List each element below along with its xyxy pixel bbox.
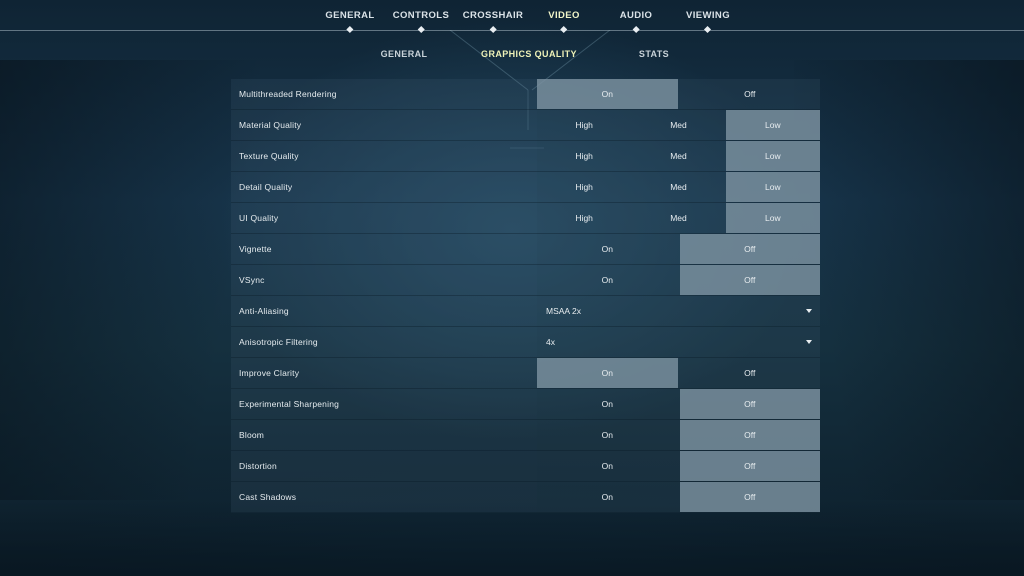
setting-row-multithreaded-rendering: Multithreaded Rendering On Off — [231, 79, 820, 110]
bloom-options: On Off — [537, 420, 820, 451]
tab-label: GENERAL — [325, 10, 375, 21]
tab-controls[interactable]: CONTROLS — [393, 10, 450, 34]
option-on-button[interactable]: On — [537, 265, 678, 295]
option-low-button[interactable]: Low — [725, 141, 820, 171]
setting-row-anisotropic-filtering: Anisotropic Filtering 4x — [231, 327, 820, 358]
option-med-button[interactable]: Med — [631, 172, 725, 202]
subtab-general[interactable]: GENERAL — [381, 49, 428, 59]
option-high-button[interactable]: High — [537, 141, 631, 171]
option-low-button[interactable]: Low — [725, 172, 820, 202]
subtab-stats[interactable]: STATS — [639, 49, 669, 59]
setting-row-vignette: Vignette On Off — [231, 234, 820, 265]
option-med-button[interactable]: Med — [631, 203, 725, 233]
option-on-button[interactable]: On — [537, 451, 678, 481]
setting-row-improve-clarity: Improve Clarity On Off — [231, 358, 820, 389]
setting-label: Texture Quality — [231, 141, 537, 172]
setting-row-texture-quality: Texture Quality High Med Low — [231, 141, 820, 172]
detail-quality-options: High Med Low — [537, 172, 820, 203]
tab-viewing[interactable]: VIEWING — [686, 10, 730, 34]
dropdown-value: MSAA 2x — [546, 306, 581, 316]
setting-row-vsync: VSync On Off — [231, 265, 820, 296]
setting-label: Experimental Sharpening — [231, 389, 537, 420]
option-off-button[interactable]: Off — [680, 79, 821, 109]
diamond-icon — [489, 25, 497, 34]
diamond-icon — [560, 25, 568, 34]
setting-label: Improve Clarity — [231, 358, 537, 389]
background-left-shadow — [0, 60, 260, 500]
setting-label: Vignette — [231, 234, 537, 265]
option-med-button[interactable]: Med — [631, 110, 725, 140]
vsync-options: On Off — [537, 265, 820, 296]
anti-aliasing-dropdown[interactable]: MSAA 2x — [537, 296, 820, 327]
setting-label: VSync — [231, 265, 537, 296]
material-quality-options: High Med Low — [537, 110, 820, 141]
setting-row-cast-shadows: Cast Shadows On Off — [231, 482, 820, 513]
vignette-options: On Off — [537, 234, 820, 265]
setting-label: Material Quality — [231, 110, 537, 141]
setting-label: Anisotropic Filtering — [231, 327, 537, 358]
setting-label: Distortion — [231, 451, 537, 482]
graphics-settings-list: Multithreaded Rendering On Off Material Qua… — [231, 79, 820, 513]
setting-row-experimental-sharpening: Experimental Sharpening On Off — [231, 389, 820, 420]
diamond-icon — [632, 25, 640, 34]
option-off-button[interactable]: Off — [680, 358, 821, 388]
option-high-button[interactable]: High — [537, 172, 631, 202]
setting-label: Bloom — [231, 420, 537, 451]
setting-row-material-quality: Material Quality High Med Low — [231, 110, 820, 141]
texture-quality-options: High Med Low — [537, 141, 820, 172]
tab-label: CROSSHAIR — [462, 10, 524, 21]
option-off-button[interactable]: Off — [679, 420, 820, 450]
option-low-button[interactable]: Low — [725, 203, 820, 233]
option-on-button[interactable]: On — [537, 482, 678, 512]
setting-row-detail-quality: Detail Quality High Med Low — [231, 172, 820, 203]
setting-row-distortion: Distortion On Off — [231, 451, 820, 482]
tab-label: VIEWING — [686, 10, 730, 21]
tab-crosshair[interactable]: CROSSHAIR — [463, 10, 524, 34]
setting-row-anti-aliasing: Anti-Aliasing MSAA 2x — [231, 296, 820, 327]
option-med-button[interactable]: Med — [631, 141, 725, 171]
tab-label: VIDEO — [548, 10, 580, 21]
dropdown-value: 4x — [546, 337, 555, 347]
option-low-button[interactable]: Low — [725, 110, 820, 140]
tab-video[interactable]: VIDEO — [548, 10, 580, 34]
setting-label: UI Quality — [231, 203, 537, 234]
caret-down-icon — [806, 340, 812, 344]
option-high-button[interactable]: High — [537, 110, 631, 140]
experimental-sharpening-options: On Off — [537, 389, 820, 420]
improve-clarity-options: On Off — [537, 358, 820, 389]
diamond-icon — [417, 25, 425, 34]
option-off-button[interactable]: Off — [679, 389, 820, 419]
tab-label: CONTROLS — [392, 10, 450, 21]
option-high-button[interactable]: High — [537, 203, 631, 233]
distortion-options: On Off — [537, 451, 820, 482]
diamond-icon — [346, 25, 354, 34]
tab-label: AUDIO — [619, 10, 653, 21]
option-off-button[interactable]: Off — [679, 234, 820, 264]
cast-shadows-options: On Off — [537, 482, 820, 513]
setting-label: Multithreaded Rendering — [231, 79, 537, 110]
option-on-button[interactable]: On — [537, 234, 678, 264]
setting-label: Cast Shadows — [231, 482, 537, 513]
tab-general[interactable]: GENERAL — [325, 10, 374, 34]
background-right-shadow — [794, 60, 1024, 500]
option-off-button[interactable]: Off — [679, 482, 820, 512]
tab-audio[interactable]: AUDIO — [620, 10, 653, 34]
subtab-graphics-quality[interactable]: GRAPHICS QUALITY — [481, 49, 577, 59]
option-on-button[interactable]: On — [537, 420, 678, 450]
multithreaded-rendering-options: On Off — [537, 79, 820, 110]
caret-down-icon — [806, 309, 812, 313]
top-navigation: GENERAL CONTROLS CROSSHAIR VIDEO AUDIO V… — [0, 0, 1024, 40]
option-on-button[interactable]: On — [537, 358, 678, 388]
ui-quality-options: High Med Low — [537, 203, 820, 234]
setting-label: Anti-Aliasing — [231, 296, 537, 327]
option-off-button[interactable]: Off — [679, 451, 820, 481]
setting-row-bloom: Bloom On Off — [231, 420, 820, 451]
diamond-icon — [704, 25, 712, 34]
setting-row-ui-quality: UI Quality High Med Low — [231, 203, 820, 234]
option-on-button[interactable]: On — [537, 389, 678, 419]
setting-label: Detail Quality — [231, 172, 537, 203]
option-on-button[interactable]: On — [537, 79, 678, 109]
option-off-button[interactable]: Off — [679, 265, 820, 295]
anisotropic-filtering-dropdown[interactable]: 4x — [537, 327, 820, 358]
